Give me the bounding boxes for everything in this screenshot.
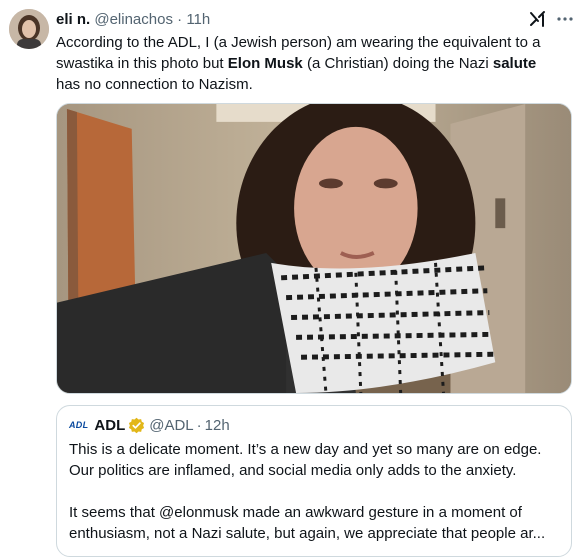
tweet[interactable]: eli n. @elinachos · 11h According to the… [0,0,579,560]
grok-icon[interactable] [528,9,548,29]
quote-line: This is a delicate moment. It’s a new da… [69,441,542,458]
timestamp[interactable]: 11h [186,11,210,28]
tweet-header: eli n. @elinachos · 11h [56,10,210,29]
separator: · [177,11,183,28]
adl-logo: ADL [69,420,89,430]
quoted-tweet[interactable]: ADL ADL @ADL · 12h This is a delicate mo… [56,405,572,557]
quoted-tweet-header: ADL ADL @ADL · 12h [69,416,230,435]
tweet-text: According to the ADL, I (a Jewish person… [56,32,571,95]
quoted-tweet-text: This is a delicate moment. It’s a new da… [69,439,563,544]
bold-highlight: salute [492,55,537,72]
quote-line: enthusiasm, not a Nazi salute, but again… [69,525,546,542]
quote-line: Our politics are inflamed, and social me… [69,462,517,479]
quote-line: It seems that @elonmusk made an awkward … [69,504,522,521]
bold-highlight: Elon Musk [227,55,303,72]
verified-badge-icon [128,417,145,434]
more-icon[interactable] [556,9,574,29]
quoted-handle[interactable]: @ADL [149,416,193,435]
avatar-image [9,9,49,49]
separator: · [196,417,202,434]
quoted-display-name[interactable]: ADL [94,416,125,435]
handle[interactable]: @elinachos [94,11,173,28]
quoted-timestamp[interactable]: 12h [205,416,230,435]
avatar[interactable] [9,9,49,49]
tweet-text-line: swastika in this photo but Elon Musk (a … [56,55,537,72]
selfie-photo-image [57,104,571,393]
tweet-photo[interactable] [56,103,572,394]
display-name[interactable]: eli n. [56,11,90,28]
tweet-text-line: has no connection to Nazism. [56,76,253,93]
tweet-text-line: According to the ADL, I (a Jewish person… [56,34,541,51]
